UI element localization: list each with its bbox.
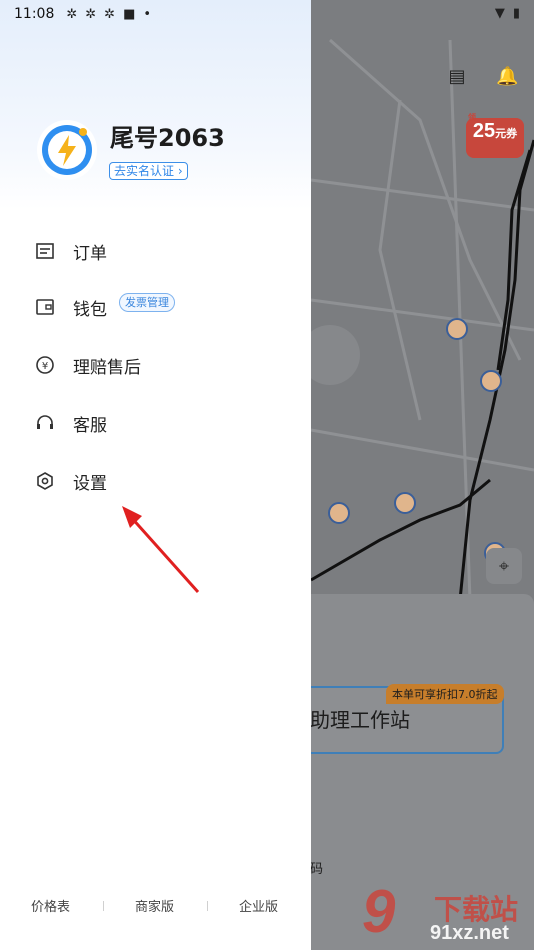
square-notification-icon: ■: [123, 6, 136, 22]
side-drawer: 尾号2063 去实名认证 › 订单 钱包 发票管理 ¥ 理赔售后 客服 设置 价…: [0, 0, 311, 950]
merchant-version-link[interactable]: 商家版: [135, 896, 174, 915]
coupon-prefix: 领: [468, 113, 476, 122]
courier-pin: [328, 502, 350, 524]
user-name: 尾号2063: [110, 124, 225, 152]
notification-bell-icon[interactable]: 🔔: [496, 66, 518, 88]
annotation-arrow-icon: [122, 506, 200, 594]
enterprise-version-link[interactable]: 企业版: [239, 896, 278, 915]
menu-item-settings[interactable]: 设置: [0, 456, 311, 506]
locate-button[interactable]: ⌖: [486, 548, 522, 584]
headset-icon: [34, 412, 56, 434]
app-notification-icon: ✲: [85, 6, 97, 22]
dot-icon: •: [143, 6, 152, 22]
code-text: 码: [310, 862, 324, 877]
menu-item-label: 订单: [73, 243, 107, 264]
svg-text:¥: ¥: [42, 361, 48, 372]
menu-item-label: 客服: [73, 415, 107, 436]
app-notification-icon: ✲: [104, 6, 116, 22]
status-right: ▼ ▮: [495, 6, 520, 21]
battery-icon: ▮: [512, 6, 520, 21]
order-list-icon: [34, 240, 56, 262]
footer-divider: [207, 901, 208, 911]
status-bar: 11:08 ✲ ✲ ✲ ■ •: [0, 0, 534, 28]
menu-item-customer-service[interactable]: 客服: [0, 398, 311, 448]
coupon-unit: 元券: [495, 128, 518, 140]
drawer-footer: 价格表 商家版 企业版: [0, 896, 311, 918]
claim-yen-icon: ¥: [34, 354, 56, 376]
price-list-link[interactable]: 价格表: [31, 896, 70, 915]
invoice-management-badge[interactable]: 发票管理: [119, 293, 175, 312]
coupon-value: 25: [472, 120, 496, 142]
app-notification-icon: ✲: [66, 6, 78, 22]
coupon-badge[interactable]: 领 25元券: [466, 113, 524, 158]
courier-pin: [394, 492, 416, 514]
station-name: 助理工作站: [310, 708, 410, 732]
menu-item-claims[interactable]: ¥ 理赔售后: [0, 340, 311, 390]
menu-item-label: 钱包: [73, 299, 107, 320]
watermark-site: 91xz.net: [430, 922, 509, 944]
crosshair-icon: ⌖: [498, 555, 510, 577]
site-watermark: 9 下载站 91xz.net: [362, 882, 534, 950]
discount-tag: 本单可享折扣7.0折起: [386, 684, 504, 704]
menu-doc-icon[interactable]: ▤: [446, 66, 468, 88]
courier-pin: [446, 318, 468, 340]
settings-hexagon-icon: [34, 470, 56, 492]
user-avatar[interactable]: [36, 119, 98, 181]
menu-item-wallet[interactable]: 钱包 发票管理: [0, 282, 311, 332]
status-time: 11:08: [14, 6, 55, 22]
menu-item-label: 设置: [73, 473, 107, 494]
footer-divider: [103, 901, 104, 911]
menu-item-label: 理赔售后: [73, 357, 141, 378]
watermark-logo: 9: [362, 878, 396, 945]
verify-identity-link[interactable]: 去实名认证 ›: [109, 162, 188, 180]
wallet-icon: [34, 296, 56, 318]
wifi-icon: ▼: [494, 6, 505, 21]
courier-pin: [480, 370, 502, 392]
menu-item-orders[interactable]: 订单: [0, 226, 311, 276]
